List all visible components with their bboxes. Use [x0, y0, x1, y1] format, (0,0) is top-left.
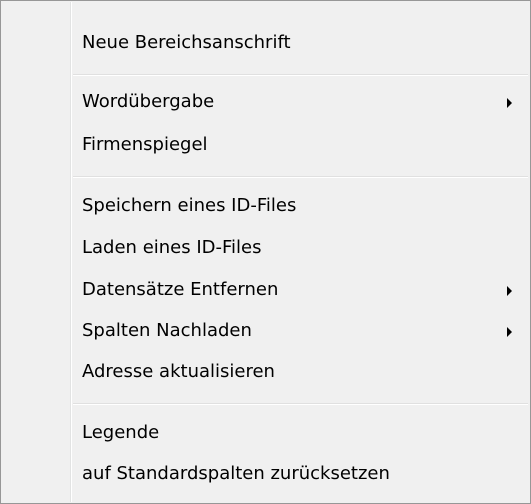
submenu-arrow-icon: [507, 98, 512, 108]
menu-item-neue-bereichsanschrift[interactable]: Neue Bereichsanschrift: [3, 26, 528, 60]
menu-item-adresse-aktualisieren[interactable]: Adresse aktualisieren: [3, 355, 528, 389]
submenu-arrow-icon: [507, 286, 512, 296]
menu-item-label: Datensätze Entfernen: [82, 279, 279, 300]
menu-item-label: Firmenspiegel: [82, 134, 208, 155]
menu-item-legende[interactable]: Legende: [3, 416, 528, 450]
menu-item-label: auf Standardspalten zurücksetzen: [82, 463, 390, 484]
menu-item-firmenspiegel[interactable]: Firmenspiegel: [3, 128, 528, 162]
menu-item-label: Laden eines ID-Files: [82, 237, 262, 258]
menu-item-label: Adresse aktualisieren: [82, 361, 275, 382]
context-menu: Neue Bereichsanschrift Wordübergabe Firm…: [0, 0, 531, 504]
menu-separator: [73, 74, 528, 76]
menu-item-wordubergabe[interactable]: Wordübergabe: [3, 85, 528, 119]
menu-item-speichern-id-file[interactable]: Speichern eines ID-Files: [3, 189, 528, 223]
menu-item-label: Legende: [82, 422, 160, 443]
menu-item-spalten-nachladen[interactable]: Spalten Nachladen: [3, 314, 528, 348]
menu-separator: [73, 403, 528, 405]
menu-item-label: Speichern eines ID-Files: [82, 195, 297, 216]
menu-item-label: Spalten Nachladen: [82, 320, 252, 341]
menu-item-label: Neue Bereichsanschrift: [82, 32, 291, 53]
submenu-arrow-icon: [507, 327, 512, 337]
menu-item-standardspalten-zurucksetzen[interactable]: auf Standardspalten zurücksetzen: [3, 457, 528, 491]
menu-item-datensatze-entfernen[interactable]: Datensätze Entfernen: [3, 273, 528, 307]
menu-item-label: Wordübergabe: [82, 91, 215, 112]
menu-separator: [73, 176, 528, 178]
menu-item-laden-id-file[interactable]: Laden eines ID-Files: [3, 231, 528, 265]
